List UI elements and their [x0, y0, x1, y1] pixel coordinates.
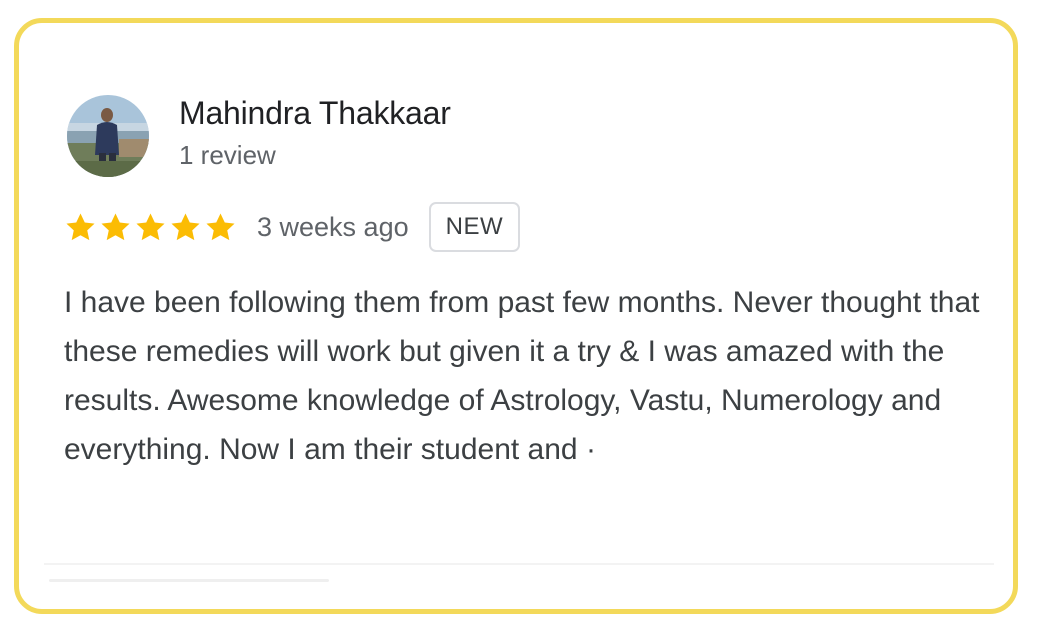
- star-rating: [64, 211, 237, 244]
- star-icon: [206, 212, 235, 240]
- reviewer-name[interactable]: Mahindra Thakkaar: [179, 93, 451, 133]
- reviewer-review-count[interactable]: 1 review: [179, 138, 276, 172]
- review-card: Mahindra Thakkaar 1 review 3 weeks ago N…: [14, 18, 1018, 614]
- new-badge: NEW: [428, 202, 521, 252]
- avatar-photo-icon: [67, 95, 149, 177]
- divider: [44, 563, 994, 565]
- reviewer-avatar[interactable]: [67, 95, 149, 177]
- rating-row: 3 weeks ago NEW: [64, 199, 521, 255]
- star-icon: [171, 212, 200, 240]
- review-date: 3 weeks ago: [257, 212, 409, 242]
- star-icon: [101, 212, 130, 240]
- star-icon: [136, 212, 165, 240]
- faded-content-strip: [49, 579, 329, 582]
- review-text: I have been following them from past few…: [64, 286, 980, 466]
- star-icon: [66, 212, 95, 240]
